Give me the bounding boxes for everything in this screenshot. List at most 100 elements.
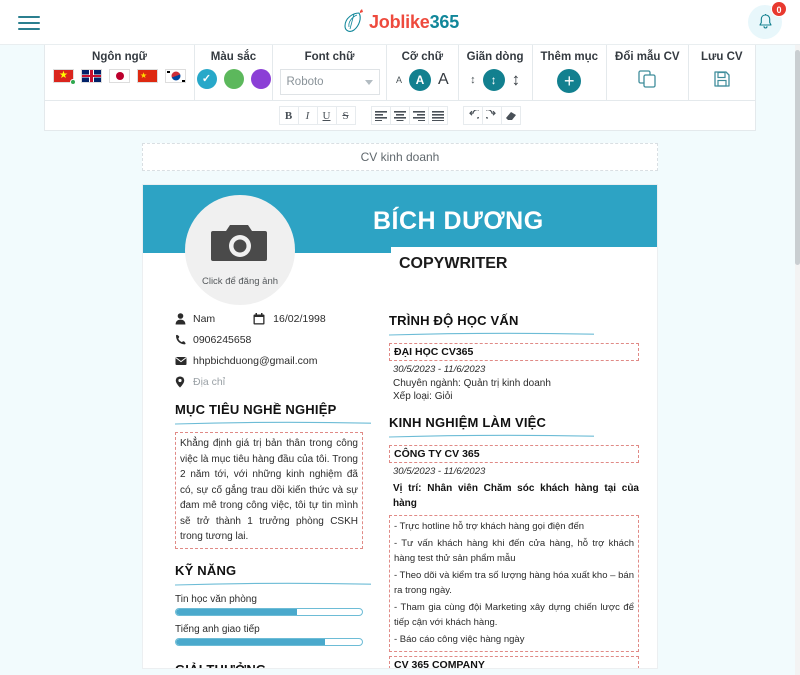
cv-duty-line: - Tham gia cùng đội Marketing xây dựng c… bbox=[394, 601, 634, 629]
cv-document: Click để đăng ảnh BÍCH DƯƠNG COPYWRITER … bbox=[142, 184, 658, 669]
toolbar-group-language: Ngôn ngữ bbox=[45, 45, 195, 100]
line-spacing-medium-icon[interactable]: ↕ bbox=[482, 69, 505, 91]
cv-experience-date[interactable]: 30/5/2023 - 11/6/2023 bbox=[393, 466, 639, 477]
toolbar-label-language: Ngôn ngữ bbox=[92, 51, 147, 63]
top-header-bar: Joblike365 0 bbox=[0, 0, 800, 45]
cv-experience-next-company-editor[interactable]: CV 365 COMPANY bbox=[389, 656, 639, 669]
font-size-small-button[interactable]: A bbox=[396, 75, 402, 85]
font-family-value: Roboto bbox=[286, 76, 324, 88]
cv-skill-bar[interactable] bbox=[175, 607, 363, 616]
flag-korea[interactable] bbox=[165, 69, 186, 83]
bold-button[interactable]: B bbox=[278, 106, 299, 125]
notification-bell-button[interactable]: 0 bbox=[748, 1, 787, 39]
cv-awards-heading[interactable]: GIẢI THƯỞNG bbox=[175, 662, 363, 669]
undo-button[interactable] bbox=[462, 106, 483, 125]
cv-experience-underline bbox=[389, 434, 639, 438]
underline-button[interactable]: U bbox=[316, 106, 337, 125]
cv-skills-underline bbox=[175, 582, 371, 586]
toolbar-label-font: Font chữ bbox=[304, 51, 355, 63]
cv-skill-name[interactable]: Tiếng anh giao tiếp bbox=[175, 624, 363, 635]
cv-experience-position[interactable]: Vị trí: Nhân viên Chăm sóc khách hàng tạ… bbox=[393, 481, 639, 511]
toolbar-label-add-section: Thêm mục bbox=[540, 51, 599, 63]
camera-icon bbox=[211, 219, 269, 270]
cv-skills-heading[interactable]: KỸ NĂNG bbox=[175, 563, 363, 578]
toolbar-group-change-template: Đổi mẫu CV bbox=[607, 45, 689, 100]
cv-experience-company: CÔNG TY CV 365 bbox=[394, 448, 480, 460]
cv-job-title[interactable]: COPYWRITER bbox=[391, 247, 657, 281]
cv-education-major[interactable]: Chuyên ngành: Quản trị kinh doanh bbox=[393, 378, 639, 389]
cv-contact-address-row: Địa chỉ bbox=[175, 376, 363, 388]
app-logo[interactable]: Joblike365 bbox=[0, 8, 800, 36]
strikethrough-button[interactable]: S bbox=[335, 106, 356, 125]
cv-education-date[interactable]: 30/5/2023 - 11/6/2023 bbox=[393, 364, 639, 375]
cv-education-heading[interactable]: TRÌNH ĐỘ HỌC VẤN bbox=[389, 313, 639, 328]
redo-button[interactable] bbox=[481, 106, 502, 125]
logo-text-primary: Joblike bbox=[368, 11, 430, 32]
cv-objective-heading[interactable]: MỤC TIÊU NGHỀ NGHIỆP bbox=[175, 402, 363, 417]
cv-objective-editor[interactable]: Khẳng định giá trị bản thân trong công v… bbox=[175, 432, 363, 549]
align-right-button[interactable] bbox=[408, 106, 429, 125]
toolbar-group-add-section: Thêm mục + bbox=[533, 45, 608, 100]
color-swatch-cyan[interactable] bbox=[196, 69, 217, 89]
notification-badge: 0 bbox=[771, 1, 787, 17]
cv-experience-next-company: CV 365 COMPANY bbox=[394, 659, 485, 669]
font-family-select[interactable]: Roboto bbox=[279, 69, 380, 95]
cv-contact-phone[interactable]: 0906245658 bbox=[193, 334, 251, 346]
line-spacing-small-icon[interactable]: ↕ bbox=[470, 74, 476, 86]
cv-objective-text: Khẳng định giá trị bản thân trong công v… bbox=[180, 438, 358, 542]
toolbar-group-font-size: Cỡ chữ A A A bbox=[387, 45, 459, 100]
cv-skill-bar-fill bbox=[176, 638, 325, 645]
editor-toolbar: Ngôn ngữ Màu sắc Font chữ Roboto bbox=[44, 45, 756, 101]
clear-format-eraser-button[interactable] bbox=[500, 106, 521, 125]
toolbar-label-color: Màu sắc bbox=[210, 51, 257, 63]
cv-left-column: Nam 16/02/1998 0906245658 hhpbichduong@g… bbox=[143, 285, 381, 669]
page-scrollbar-thumb[interactable] bbox=[795, 50, 800, 265]
color-swatch-purple[interactable] bbox=[250, 69, 271, 89]
cv-experience-duties-editor[interactable]: - Trực hotline hỗ trợ khách hàng gọi điệ… bbox=[389, 515, 639, 652]
toolbar-label-change-template: Đổi mẫu CV bbox=[615, 51, 680, 63]
cv-title-input[interactable]: CV kinh doanh bbox=[142, 143, 658, 171]
cv-experience-heading[interactable]: KINH NGHIỆM LÀM VIỆC bbox=[389, 415, 639, 430]
save-disk-icon[interactable] bbox=[712, 69, 732, 89]
font-size-medium-button[interactable]: A bbox=[408, 69, 431, 91]
flag-uk[interactable] bbox=[81, 69, 102, 83]
cv-candidate-name[interactable]: BÍCH DƯƠNG bbox=[373, 207, 544, 236]
flag-japan[interactable] bbox=[109, 69, 130, 83]
cv-skill-bar-fill bbox=[176, 608, 297, 615]
toolbar-group-save-cv: Lưu CV bbox=[689, 45, 755, 100]
copy-template-icon[interactable] bbox=[637, 69, 657, 89]
cv-skill-name[interactable]: Tin học văn phòng bbox=[175, 594, 363, 605]
flag-vietnam[interactable] bbox=[53, 69, 76, 85]
cv-education-school-editor[interactable]: ĐẠI HỌC CV365 bbox=[389, 343, 639, 361]
cv-contact-address[interactable]: Địa chỉ bbox=[193, 376, 225, 388]
italic-button[interactable]: I bbox=[297, 106, 318, 125]
align-left-button[interactable] bbox=[370, 106, 391, 125]
cv-experience-company-editor[interactable]: CÔNG TY CV 365 bbox=[389, 445, 639, 463]
cv-experience-duties: - Trực hotline hỗ trợ khách hàng gọi điệ… bbox=[394, 519, 634, 647]
cv-duty-line: - Theo dõi và kiểm tra số lượng hàng hóa… bbox=[394, 569, 634, 597]
cv-education-grade[interactable]: Xếp loại: Giỏi bbox=[393, 391, 639, 402]
format-style-group: B I U S bbox=[278, 106, 356, 125]
color-swatch-green[interactable] bbox=[223, 69, 244, 89]
phone-icon bbox=[175, 334, 193, 346]
toolbar-group-line-spacing: Giãn dòng ↕ ↕ ↕ bbox=[459, 45, 533, 100]
align-justify-button[interactable] bbox=[427, 106, 448, 125]
cv-education-underline bbox=[389, 332, 639, 336]
toolbar-label-font-size: Cỡ chữ bbox=[401, 51, 444, 63]
cv-right-column: TRÌNH ĐỘ HỌC VẤN ĐẠI HỌC CV365 30/5/2023… bbox=[381, 285, 657, 669]
envelope-icon bbox=[175, 356, 193, 366]
add-section-button[interactable]: + bbox=[557, 69, 582, 93]
format-align-group bbox=[370, 106, 448, 125]
align-center-button[interactable] bbox=[389, 106, 410, 125]
line-spacing-large-icon[interactable]: ↕ bbox=[512, 70, 521, 90]
font-size-large-button[interactable]: A bbox=[438, 71, 449, 89]
cv-contact-birthday[interactable]: 16/02/1998 bbox=[273, 313, 326, 325]
cv-duty-line: - Báo cáo công việc hàng ngày bbox=[394, 633, 525, 645]
flag-selected-dot bbox=[70, 79, 76, 85]
flag-china[interactable] bbox=[137, 69, 158, 83]
cv-contact-email[interactable]: hhpbichduong@gmail.com bbox=[193, 355, 317, 367]
location-pin-icon bbox=[175, 376, 193, 388]
cv-skill-bar[interactable] bbox=[175, 637, 363, 646]
cv-contact-gender[interactable]: Nam bbox=[193, 313, 215, 325]
calendar-icon bbox=[253, 313, 271, 325]
